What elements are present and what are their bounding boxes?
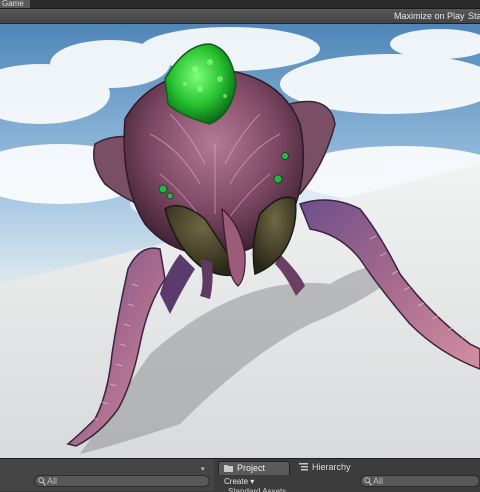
game-view-tab-strip: Game bbox=[0, 0, 480, 9]
maximize-on-play-toggle[interactable]: Maximize on Play bbox=[394, 10, 466, 22]
hierarchy-icon bbox=[299, 463, 308, 471]
search-placeholder: All bbox=[47, 476, 58, 486]
scene-render bbox=[0, 24, 480, 458]
game-toolbar: Maximize on Play Stats bbox=[0, 9, 480, 24]
stats-toggle[interactable]: Stats bbox=[468, 10, 480, 22]
game-viewport[interactable] bbox=[0, 24, 480, 458]
tab-project-label: Project bbox=[237, 463, 266, 473]
create-button[interactable]: Create ▾ bbox=[224, 476, 254, 488]
bottom-panel: ▾ All Project Hierarchy Create ▾ All Sta… bbox=[0, 458, 480, 492]
tab-game[interactable]: Game bbox=[0, 0, 30, 8]
search-icon bbox=[364, 477, 372, 486]
hierarchy-search-input[interactable]: All bbox=[34, 475, 210, 487]
tab-project[interactable]: Project bbox=[218, 461, 290, 475]
search-icon bbox=[38, 477, 46, 486]
left-panel-strip: ▾ All bbox=[0, 459, 214, 491]
list-item[interactable]: Standard Assets bbox=[228, 488, 348, 492]
chevron-down-icon[interactable]: ▾ bbox=[201, 465, 205, 473]
tab-hierarchy[interactable]: Hierarchy bbox=[294, 461, 374, 475]
project-icon bbox=[224, 465, 233, 472]
tab-hierarchy-label: Hierarchy bbox=[312, 462, 351, 472]
search-placeholder: All bbox=[373, 476, 384, 486]
project-search-input[interactable]: All bbox=[360, 475, 480, 487]
